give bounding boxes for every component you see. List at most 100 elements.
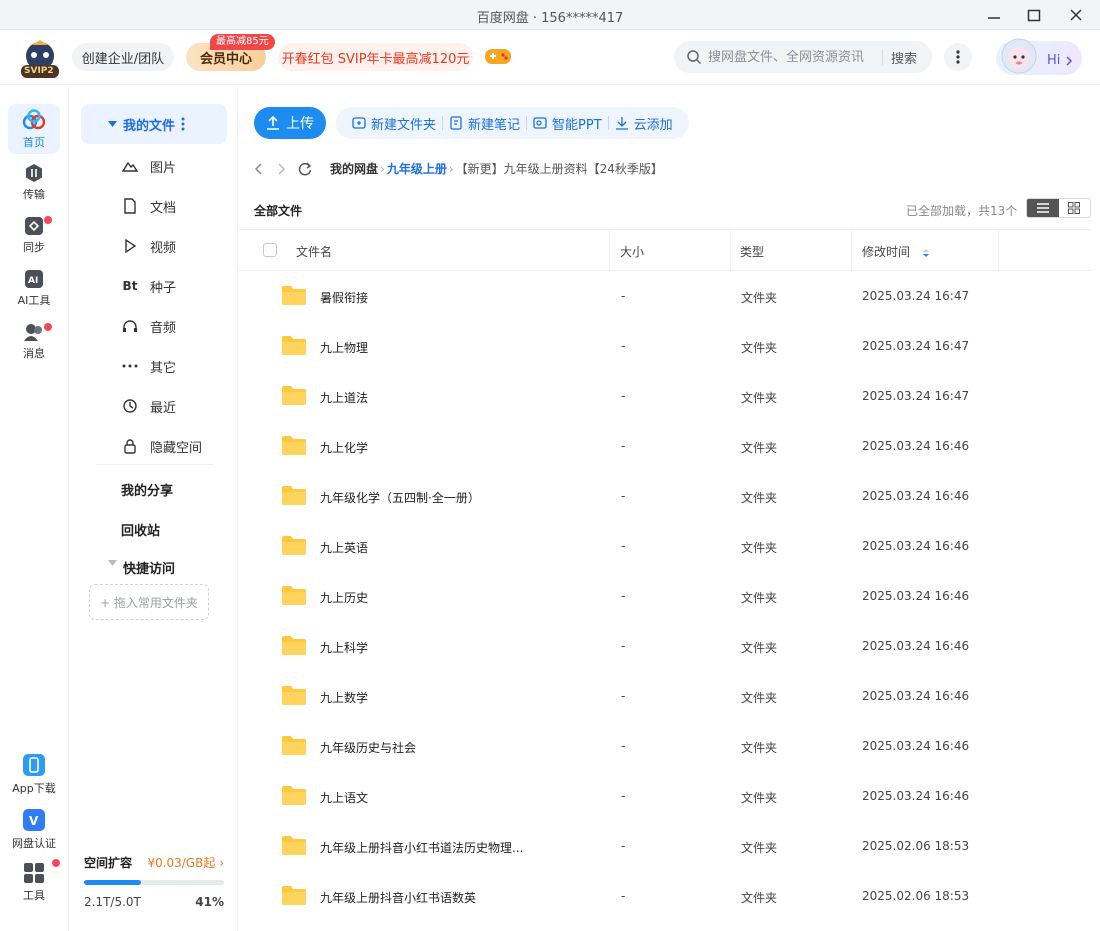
refresh-button[interactable] xyxy=(298,161,312,176)
user-avatar[interactable] xyxy=(998,35,1040,77)
minimize-button[interactable] xyxy=(974,0,1014,30)
chevron-left-icon xyxy=(254,162,262,175)
headphones-icon xyxy=(123,320,137,332)
table-header: 文件名 大小 类型 修改时间 xyxy=(239,229,1091,271)
file-name[interactable]: 九上数学 xyxy=(320,689,368,706)
table-row[interactable]: 九年级化学（五四制·全一册） - 文件夹 2025.03.24 16:46 xyxy=(239,472,1091,522)
game-center-button[interactable] xyxy=(484,45,512,71)
new-folder-icon xyxy=(352,117,366,129)
rail-item-ai-tools[interactable]: AI AI工具 xyxy=(8,263,60,313)
folder-icon xyxy=(282,786,306,805)
table-row[interactable]: 暑假衔接 - 文件夹 2025.03.24 16:47 xyxy=(239,272,1091,322)
sidebar-item-my-share[interactable]: 我的分享 xyxy=(121,480,173,499)
kebab-icon[interactable] xyxy=(181,117,185,131)
upload-button[interactable]: 上传 xyxy=(254,107,326,139)
drop-folder-zone[interactable]: + 拖入常用文件夹 xyxy=(89,584,209,620)
search-button[interactable]: 搜索 xyxy=(891,48,917,67)
sidebar-item-recycle-bin[interactable]: 回收站 xyxy=(121,520,160,539)
more-menu-button[interactable] xyxy=(944,43,972,71)
sidebar-item-quick-access[interactable]: 快捷访问 xyxy=(123,558,175,577)
file-name[interactable]: 九上科学 xyxy=(320,639,368,656)
file-name[interactable]: 九年级化学（五四制·全一册） xyxy=(320,489,480,506)
column-name[interactable]: 文件名 xyxy=(296,243,332,260)
cloud-add-button[interactable]: 云添加 xyxy=(609,114,679,133)
file-name[interactable]: 九上历史 xyxy=(320,589,368,606)
history-icon xyxy=(123,399,137,413)
file-name[interactable]: 九上道法 xyxy=(320,389,368,406)
table-row[interactable]: 九年级上册抖音小红书语数英 - 文件夹 2025.02.06 18:53 xyxy=(239,872,1091,922)
table-row[interactable]: 九上物理 - 文件夹 2025.03.24 16:47 xyxy=(239,322,1091,372)
refresh-icon xyxy=(298,161,312,175)
forward-button[interactable] xyxy=(276,162,286,176)
sidebar-item-audio[interactable]: 音频 xyxy=(122,311,242,341)
select-all-checkbox[interactable] xyxy=(263,243,277,257)
sidebar-item-documents[interactable]: 文档 xyxy=(122,191,242,221)
new-note-label: 新建笔记 xyxy=(468,117,521,133)
breadcrumb-root[interactable]: 我的网盘 xyxy=(330,160,378,177)
file-name[interactable]: 九上语文 xyxy=(320,789,368,806)
back-button[interactable] xyxy=(254,162,264,176)
close-button[interactable] xyxy=(1056,0,1096,30)
table-row[interactable]: 九上英语 - 文件夹 2025.03.24 16:46 xyxy=(239,522,1091,572)
left-rail: 首页 传输 同步 AI AI工具 消息 App下载 V 网盘认证 工具 xyxy=(0,86,69,931)
search-input[interactable] xyxy=(708,49,878,65)
list-view-button[interactable] xyxy=(1027,199,1059,217)
storage-upgrade-link[interactable]: ¥0.03/GB起 › xyxy=(147,854,224,871)
column-size[interactable]: 大小 xyxy=(620,243,644,260)
table-row[interactable]: 九上历史 - 文件夹 2025.03.24 16:46 xyxy=(239,572,1091,622)
folder-icon xyxy=(282,336,306,355)
file-name[interactable]: 九上英语 xyxy=(320,539,368,556)
close-icon xyxy=(1070,9,1082,21)
file-type: 文件夹 xyxy=(741,791,778,805)
table-row[interactable]: 九上数学 - 文件夹 2025.03.24 16:46 xyxy=(239,672,1091,722)
rail-item-transfer[interactable]: 传输 xyxy=(8,157,60,207)
sidebar-item-hidden-space[interactable]: 隐藏空间 xyxy=(122,431,242,461)
sidebar-item-images[interactable]: 图片 xyxy=(122,151,242,181)
rail-label: 首页 xyxy=(23,135,45,149)
file-name[interactable]: 九上物理 xyxy=(320,339,368,356)
grid-view-button[interactable] xyxy=(1059,199,1091,217)
rail-item-app-download[interactable]: App下载 xyxy=(8,749,60,799)
rail-item-verify[interactable]: V 网盘认证 xyxy=(8,804,60,854)
file-name[interactable]: 九年级上册抖音小红书语数英 xyxy=(320,889,476,906)
new-folder-button[interactable]: 新建文件夹 xyxy=(346,114,442,133)
sidebar-divider xyxy=(96,464,214,465)
sidebar-item-torrents[interactable]: Bt 种子 xyxy=(122,271,242,301)
create-team-button[interactable]: 创建企业/团队 xyxy=(72,43,174,71)
table-row[interactable]: 九上化学 - 文件夹 2025.03.24 16:46 xyxy=(239,422,1091,472)
sidebar-item-videos[interactable]: 视频 xyxy=(122,231,242,261)
table-row[interactable]: 九上道法 - 文件夹 2025.03.24 16:47 xyxy=(239,372,1091,422)
column-type[interactable]: 类型 xyxy=(740,243,764,260)
file-name[interactable]: 九年级上册抖音小红书道法历史物理... xyxy=(320,839,523,856)
table-row[interactable]: 九上语文 - 文件夹 2025.03.24 16:46 xyxy=(239,772,1091,822)
table-row[interactable]: 九上科学 - 文件夹 2025.03.24 16:46 xyxy=(239,622,1091,672)
sync-icon xyxy=(25,216,43,235)
caret-down-icon[interactable] xyxy=(108,560,117,567)
sidebar-item-my-files[interactable]: 我的文件 xyxy=(81,104,227,144)
home-icon xyxy=(22,108,46,129)
new-note-button[interactable]: 新建笔记 xyxy=(443,114,526,133)
rail-label: 传输 xyxy=(23,187,45,201)
maximize-button[interactable] xyxy=(1014,0,1054,30)
sidebar-item-recent[interactable]: 最近 xyxy=(122,391,242,421)
svip-avatar[interactable]: SVIP2 xyxy=(18,39,62,79)
breadcrumb-level1[interactable]: 九年级上册 xyxy=(387,160,447,177)
chevron-right-icon xyxy=(1066,56,1073,66)
view-toggle xyxy=(1026,198,1091,218)
file-name[interactable]: 九上化学 xyxy=(320,439,368,456)
table-row[interactable]: 九年级历史与社会 - 文件夹 2025.03.24 16:46 xyxy=(239,722,1091,772)
rail-label: 网盘认证 xyxy=(12,836,56,850)
table-row[interactable]: 九年级上册抖音小红书道法历史物理... - 文件夹 2025.02.06 18:53 xyxy=(239,822,1091,872)
lock-icon xyxy=(124,439,136,454)
column-modified[interactable]: 修改时间 xyxy=(862,243,930,260)
rail-item-messages[interactable]: 消息 xyxy=(8,316,60,366)
smart-ppt-button[interactable]: 智能PPT xyxy=(527,114,608,133)
file-name[interactable]: 暑假衔接 xyxy=(320,289,368,306)
promo-banner-button[interactable]: 开春红包 SVIP年卡最高减120元 xyxy=(278,43,473,71)
rail-item-sync[interactable]: 同步 xyxy=(8,210,60,260)
file-type: 文件夹 xyxy=(741,491,778,505)
file-name[interactable]: 九年级历史与社会 xyxy=(320,739,416,756)
sidebar-item-others[interactable]: 其它 xyxy=(122,351,242,381)
svg-text:AI: AI xyxy=(28,276,38,286)
rail-item-home[interactable]: 首页 xyxy=(8,104,60,154)
